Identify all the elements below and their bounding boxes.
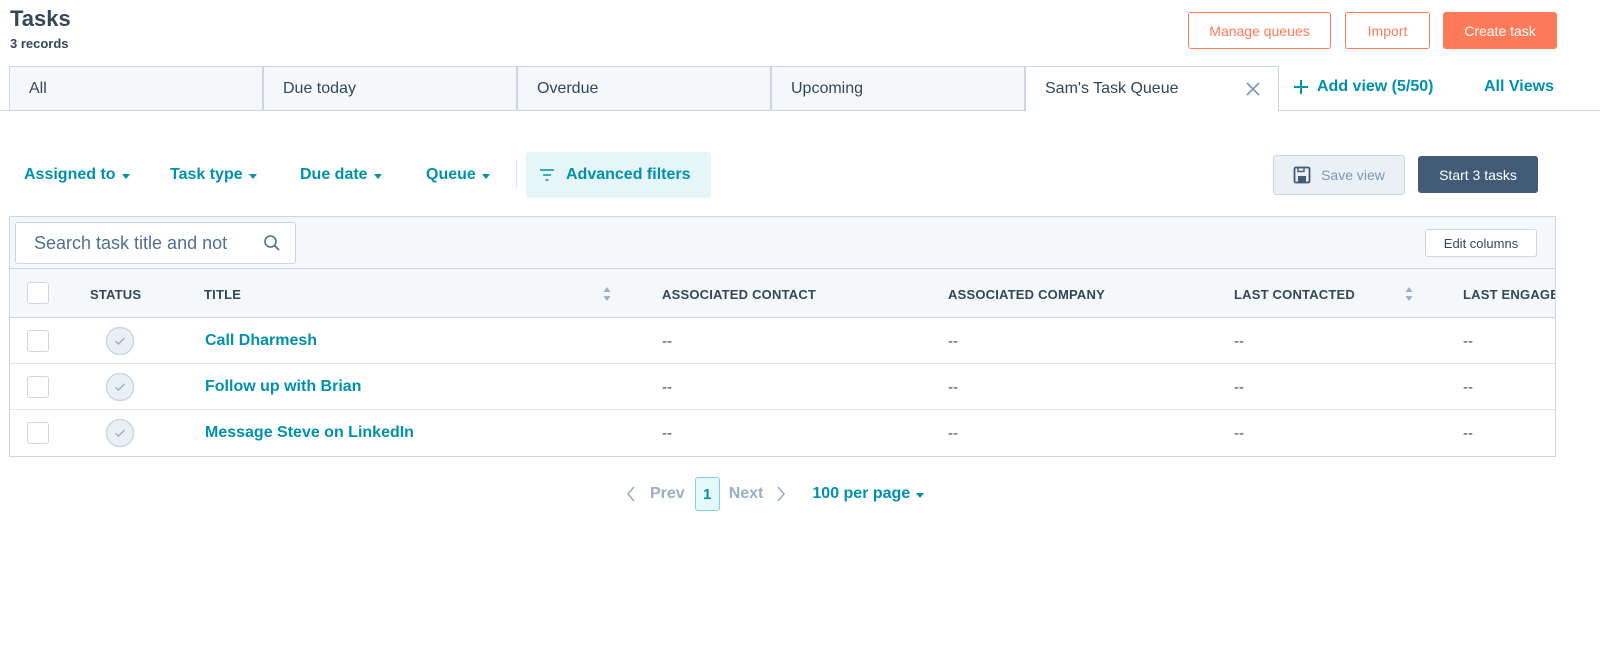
table-toolbar: Edit columns (10, 217, 1555, 269)
filter-due-date[interactable]: Due date (300, 164, 382, 186)
column-header-last-engaged[interactable]: LAST ENGAGE (1463, 287, 1555, 302)
save-disk-icon (1293, 166, 1311, 184)
all-views-link[interactable]: All Views (1484, 78, 1554, 96)
tab-due-today[interactable]: Due today (263, 66, 517, 111)
per-page-label: 100 per page (812, 485, 911, 502)
cell-associated-company: -- (948, 425, 958, 442)
page-title: Tasks (10, 6, 71, 31)
add-view-button[interactable]: Add view (5/50) (1293, 78, 1433, 96)
cell-last-engaged: -- (1463, 379, 1473, 396)
manage-queues-button[interactable]: Manage queues (1188, 12, 1331, 49)
filter-queue[interactable]: Queue (426, 164, 490, 186)
tab-sams-task-queue[interactable]: Sam's Task Queue (1025, 66, 1279, 112)
task-title-link[interactable]: Call Dharmesh (205, 332, 317, 350)
tab-label: Due today (283, 79, 356, 97)
table-row[interactable]: Call Dharmesh -- -- -- -- (10, 318, 1555, 364)
table-header-row: STATUS TITLE ASSOCIATED CONTACT ASSOCIAT… (10, 269, 1555, 318)
task-status-check-icon[interactable] (105, 372, 135, 402)
cell-last-contacted: -- (1234, 333, 1244, 350)
column-header-status[interactable]: STATUS (90, 287, 141, 302)
import-button[interactable]: Import (1345, 12, 1430, 49)
column-header-associated-company[interactable]: ASSOCIATED COMPANY (948, 287, 1105, 302)
edit-columns-button[interactable]: Edit columns (1425, 229, 1537, 257)
create-task-button[interactable]: Create task (1443, 12, 1557, 49)
filter-label: Due date (300, 166, 368, 183)
filter-task-type[interactable]: Task type (170, 164, 257, 186)
record-count: 3 records (10, 36, 69, 51)
filter-label: Assigned to (24, 166, 116, 183)
caret-down-icon (121, 173, 130, 179)
task-title-link[interactable]: Message Steve on LinkedIn (205, 424, 414, 442)
table-row[interactable]: Message Steve on LinkedIn -- -- -- -- (10, 410, 1555, 456)
prev-page-button[interactable]: Prev (650, 485, 685, 503)
search-box[interactable] (15, 222, 296, 264)
advanced-filters-label: Advanced filters (566, 166, 691, 183)
table-row[interactable]: Follow up with Brian -- -- -- -- (10, 364, 1555, 410)
search-input[interactable] (34, 232, 263, 254)
caret-down-icon (248, 173, 257, 179)
tasks-table: Edit columns STATUS TITLE ASSOCIATED CON… (9, 216, 1556, 457)
tab-label: Overdue (537, 79, 599, 97)
cell-last-contacted: -- (1234, 379, 1244, 396)
search-icon[interactable] (263, 234, 281, 252)
filter-label: Queue (426, 166, 476, 183)
close-icon[interactable] (1244, 80, 1262, 98)
advanced-filters-button[interactable]: Advanced filters (526, 152, 711, 198)
caret-down-icon (481, 173, 490, 179)
tab-overdue[interactable]: Overdue (517, 66, 771, 111)
task-status-check-icon[interactable] (105, 418, 135, 448)
select-all-checkbox[interactable] (27, 282, 49, 304)
sort-icon[interactable] (1405, 285, 1413, 303)
cell-associated-contact: -- (662, 425, 672, 442)
per-page-dropdown[interactable]: 100 per page (812, 485, 925, 503)
filter-assigned-to[interactable]: Assigned to (24, 164, 130, 186)
plus-icon (1294, 80, 1308, 94)
task-status-check-icon[interactable] (105, 326, 135, 356)
tab-all[interactable]: All (9, 66, 263, 111)
cell-last-contacted: -- (1234, 425, 1244, 442)
cell-associated-company: -- (948, 333, 958, 350)
caret-down-icon (373, 173, 382, 179)
chevron-left-icon[interactable] (626, 486, 636, 502)
next-page-button[interactable]: Next (729, 485, 764, 503)
column-header-last-contacted[interactable]: LAST CONTACTED (1234, 287, 1355, 302)
tab-label: All (29, 79, 47, 97)
cell-associated-contact: -- (662, 379, 672, 396)
start-tasks-button[interactable]: Start 3 tasks (1418, 156, 1538, 193)
save-view-button[interactable]: Save view (1273, 155, 1405, 195)
tab-label: Upcoming (791, 79, 864, 97)
cell-associated-contact: -- (662, 333, 672, 350)
save-view-label: Save view (1321, 167, 1385, 183)
filter-divider (516, 160, 517, 188)
tab-upcoming[interactable]: Upcoming (771, 66, 1025, 111)
column-header-title[interactable]: TITLE (204, 287, 241, 302)
cell-last-engaged: -- (1463, 333, 1473, 350)
filter-lines-icon (540, 169, 554, 181)
filter-label: Task type (170, 166, 243, 183)
pagination: Prev 1 Next 100 per page (626, 477, 925, 511)
caret-down-icon (916, 492, 925, 498)
row-checkbox[interactable] (27, 376, 49, 398)
column-header-associated-contact[interactable]: ASSOCIATED CONTACT (662, 287, 816, 302)
row-checkbox[interactable] (27, 422, 49, 444)
sort-icon[interactable] (603, 285, 611, 303)
task-title-link[interactable]: Follow up with Brian (205, 378, 361, 396)
add-view-label: Add view (5/50) (1317, 78, 1434, 95)
row-checkbox[interactable] (27, 330, 49, 352)
cell-last-engaged: -- (1463, 425, 1473, 442)
current-page[interactable]: 1 (694, 477, 720, 511)
chevron-right-icon[interactable] (776, 486, 786, 502)
cell-associated-company: -- (948, 379, 958, 396)
tab-label: Sam's Task Queue (1045, 80, 1179, 97)
